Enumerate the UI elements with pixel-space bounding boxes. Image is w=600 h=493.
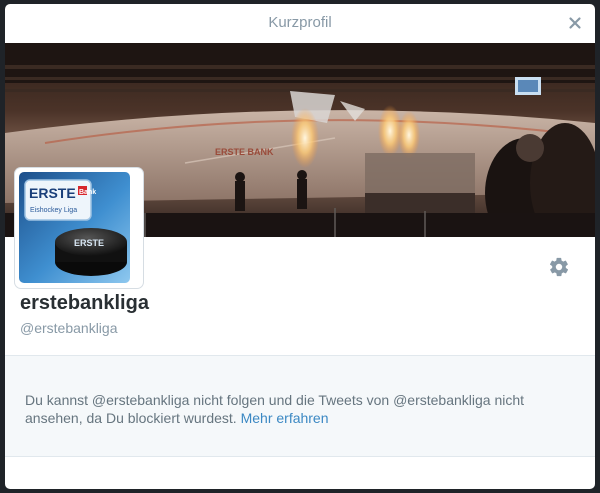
avatar-puck-text: ERSTE	[74, 238, 104, 248]
banner-board-text: ERSTE BANK	[215, 147, 274, 157]
blocked-notice: Du kannst @erstebankliga nicht folgen un…	[25, 391, 565, 427]
learn-more-link[interactable]: Mehr erfahren	[241, 410, 329, 426]
modal-title: Kurzprofil	[268, 14, 332, 31]
profile-popup-modal: Kurzprofil ERSTE BANK ERSTE Bank Eishock…	[5, 4, 595, 489]
profile-name[interactable]: erstebankliga	[20, 292, 149, 315]
avatar-brand-text: ERSTE	[29, 185, 76, 201]
gear-icon	[549, 257, 569, 277]
avatar[interactable]: ERSTE Bank Eishockey Liga ERSTE	[19, 172, 130, 283]
avatar-frame: ERSTE Bank Eishockey Liga ERSTE	[15, 168, 143, 288]
close-button[interactable]	[565, 13, 585, 33]
profile-handle[interactable]: @erstebankliga	[20, 320, 118, 336]
modal-header: Kurzprofil	[5, 4, 595, 44]
avatar-logo: ERSTE Bank Eishockey Liga ERSTE	[19, 172, 130, 283]
settings-button[interactable]	[548, 256, 570, 278]
blocked-notice-panel: Du kannst @erstebankliga nicht folgen un…	[5, 355, 595, 457]
avatar-league-text: Eishockey Liga	[30, 207, 77, 214]
close-icon	[569, 17, 581, 29]
avatar-brand-sub: Bank	[79, 189, 96, 196]
